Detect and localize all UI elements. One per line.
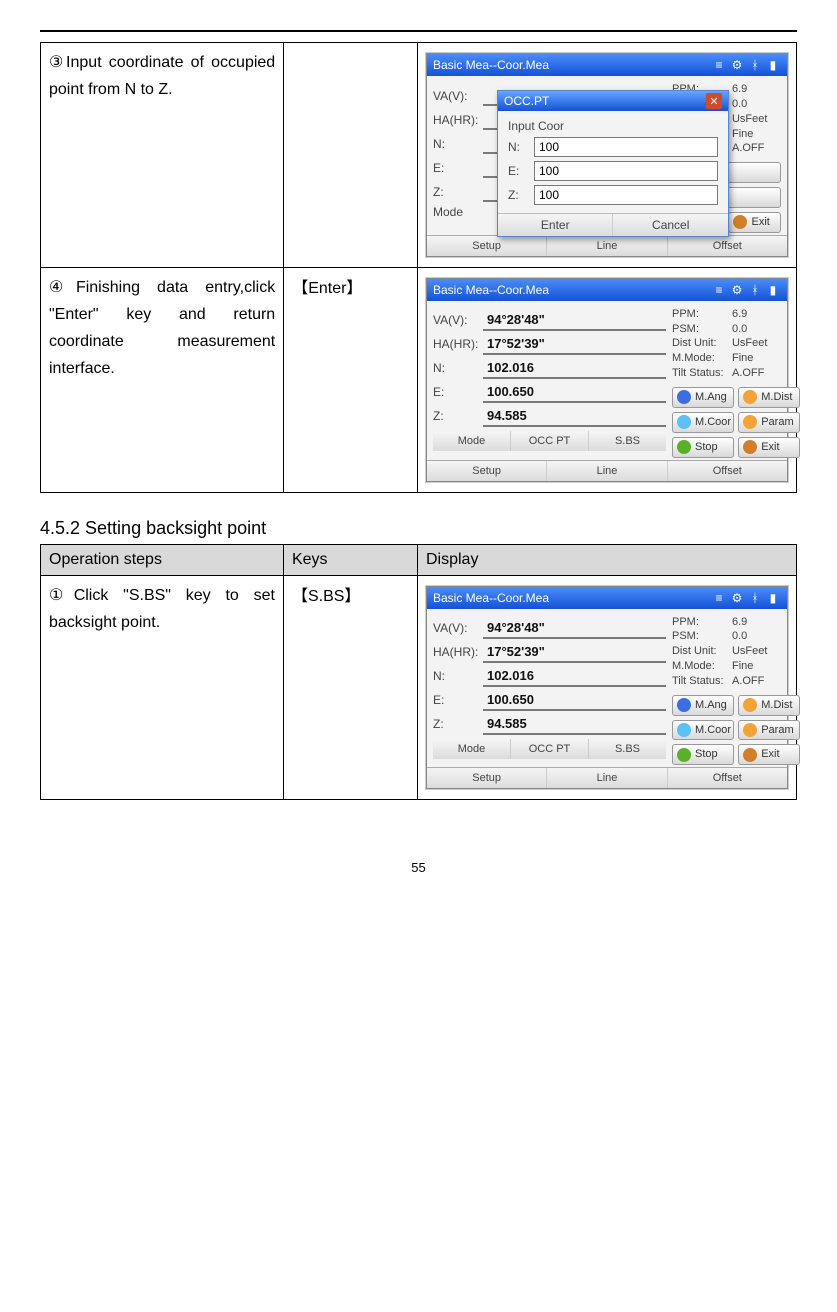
setup-btn[interactable]: Setup (427, 236, 547, 256)
dialog-subtitle: Input Coor (508, 119, 718, 133)
step3-display: Basic Mea--Coor.Mea ≡ ⚙ ᚼ ▮ VA(V): HA(HR… (417, 43, 796, 268)
step5-text: ①Click "S.BS" key to set backsight point… (41, 575, 284, 800)
mang-b[interactable]: M.Ang (672, 387, 734, 408)
e-b (483, 382, 666, 403)
dlg-e-input[interactable] (534, 161, 718, 181)
z-b (483, 406, 666, 427)
step4-text: ④Finishing data entry,click "Enter" key … (41, 267, 284, 492)
th-display: Display (417, 544, 796, 575)
step4-display: Basic Mea--Coor.Mea ≡ ⚙ ᚼ ▮ VA(V): HA(HR… (417, 267, 796, 492)
steps-table-lower: Operation steps Keys Display ①Click "S.B… (40, 544, 797, 801)
param-b[interactable]: Param (738, 412, 800, 433)
menu-icon: ≡ (711, 57, 727, 73)
occpt-dialog: OCC.PT ✕ Input Coor N: E: Z: Enter Cance… (497, 90, 729, 237)
ha-b (483, 334, 666, 355)
step4-keys: 【Enter】 (284, 267, 418, 492)
gear-icon: ⚙ (729, 590, 745, 606)
bluetooth-icon: ᚼ (747, 590, 763, 606)
stop-b[interactable]: Stop (672, 437, 734, 458)
va-b (483, 310, 666, 331)
app-coor-screenshot-c: Basic Mea--Coor.Mea ≡ ⚙ ᚼ ▮ VA(V): HA(HR… (426, 586, 788, 790)
steps-table-upper: ③Input coordinate of occupied point from… (40, 42, 797, 493)
dlg-n-input[interactable] (534, 137, 718, 157)
occpt-btn-b[interactable]: OCC PT (511, 431, 589, 451)
exit-a[interactable]: Exit (728, 212, 781, 233)
mcoor-b[interactable]: M.Coor (672, 412, 734, 433)
menu-icon: ≡ (711, 590, 727, 606)
menu-icon: ≡ (711, 282, 727, 298)
offset-btn[interactable]: Offset (668, 236, 787, 256)
th-steps: Operation steps (41, 544, 284, 575)
line-btn[interactable]: Line (547, 236, 667, 256)
n-b (483, 358, 666, 379)
bottom-bar-a: Setup Line Offset (427, 235, 787, 256)
dialog-close-icon[interactable]: ✕ (706, 93, 722, 109)
battery-icon: ▮ (765, 282, 781, 298)
step3-text: ③Input coordinate of occupied point from… (41, 43, 284, 268)
th-keys: Keys (283, 544, 417, 575)
app-titlebar: Basic Mea--Coor.Mea ≡ ⚙ ᚼ ▮ (427, 54, 787, 76)
occpt-btn-c[interactable]: OCC PT (511, 739, 589, 759)
sbs-btn-c[interactable]: S.BS (589, 739, 666, 759)
step5-display: Basic Mea--Coor.Mea ≡ ⚙ ᚼ ▮ VA(V): HA(HR… (417, 575, 796, 800)
page-number: 55 (40, 860, 797, 875)
bluetooth-icon: ᚼ (747, 282, 763, 298)
section-heading: 4.5.2 Setting backsight point (40, 518, 797, 539)
sbs-btn-b[interactable]: S.BS (589, 431, 666, 451)
exit-b[interactable]: Exit (738, 437, 800, 458)
gear-icon: ⚙ (729, 282, 745, 298)
gear-icon: ⚙ (729, 57, 745, 73)
battery-icon: ▮ (765, 590, 781, 606)
dialog-enter-btn[interactable]: Enter (498, 214, 614, 236)
top-rule (40, 30, 797, 32)
dialog-cancel-btn[interactable]: Cancel (613, 214, 728, 236)
app-occpt-screenshot: Basic Mea--Coor.Mea ≡ ⚙ ᚼ ▮ VA(V): HA(HR… (426, 53, 788, 257)
dlg-z-input[interactable] (534, 185, 718, 205)
step5-keys: 【S.BS】 (283, 575, 417, 800)
bluetooth-icon: ᚼ (747, 57, 763, 73)
battery-icon: ▮ (765, 57, 781, 73)
step3-keys (284, 43, 418, 268)
mdist-b[interactable]: M.Dist (738, 387, 800, 408)
dialog-title: OCC.PT (504, 94, 549, 108)
app-coor-screenshot-b: Basic Mea--Coor.Mea ≡ ⚙ ᚼ ▮ VA(V): HA(HR… (426, 278, 788, 482)
app-title: Basic Mea--Coor.Mea (433, 58, 709, 72)
